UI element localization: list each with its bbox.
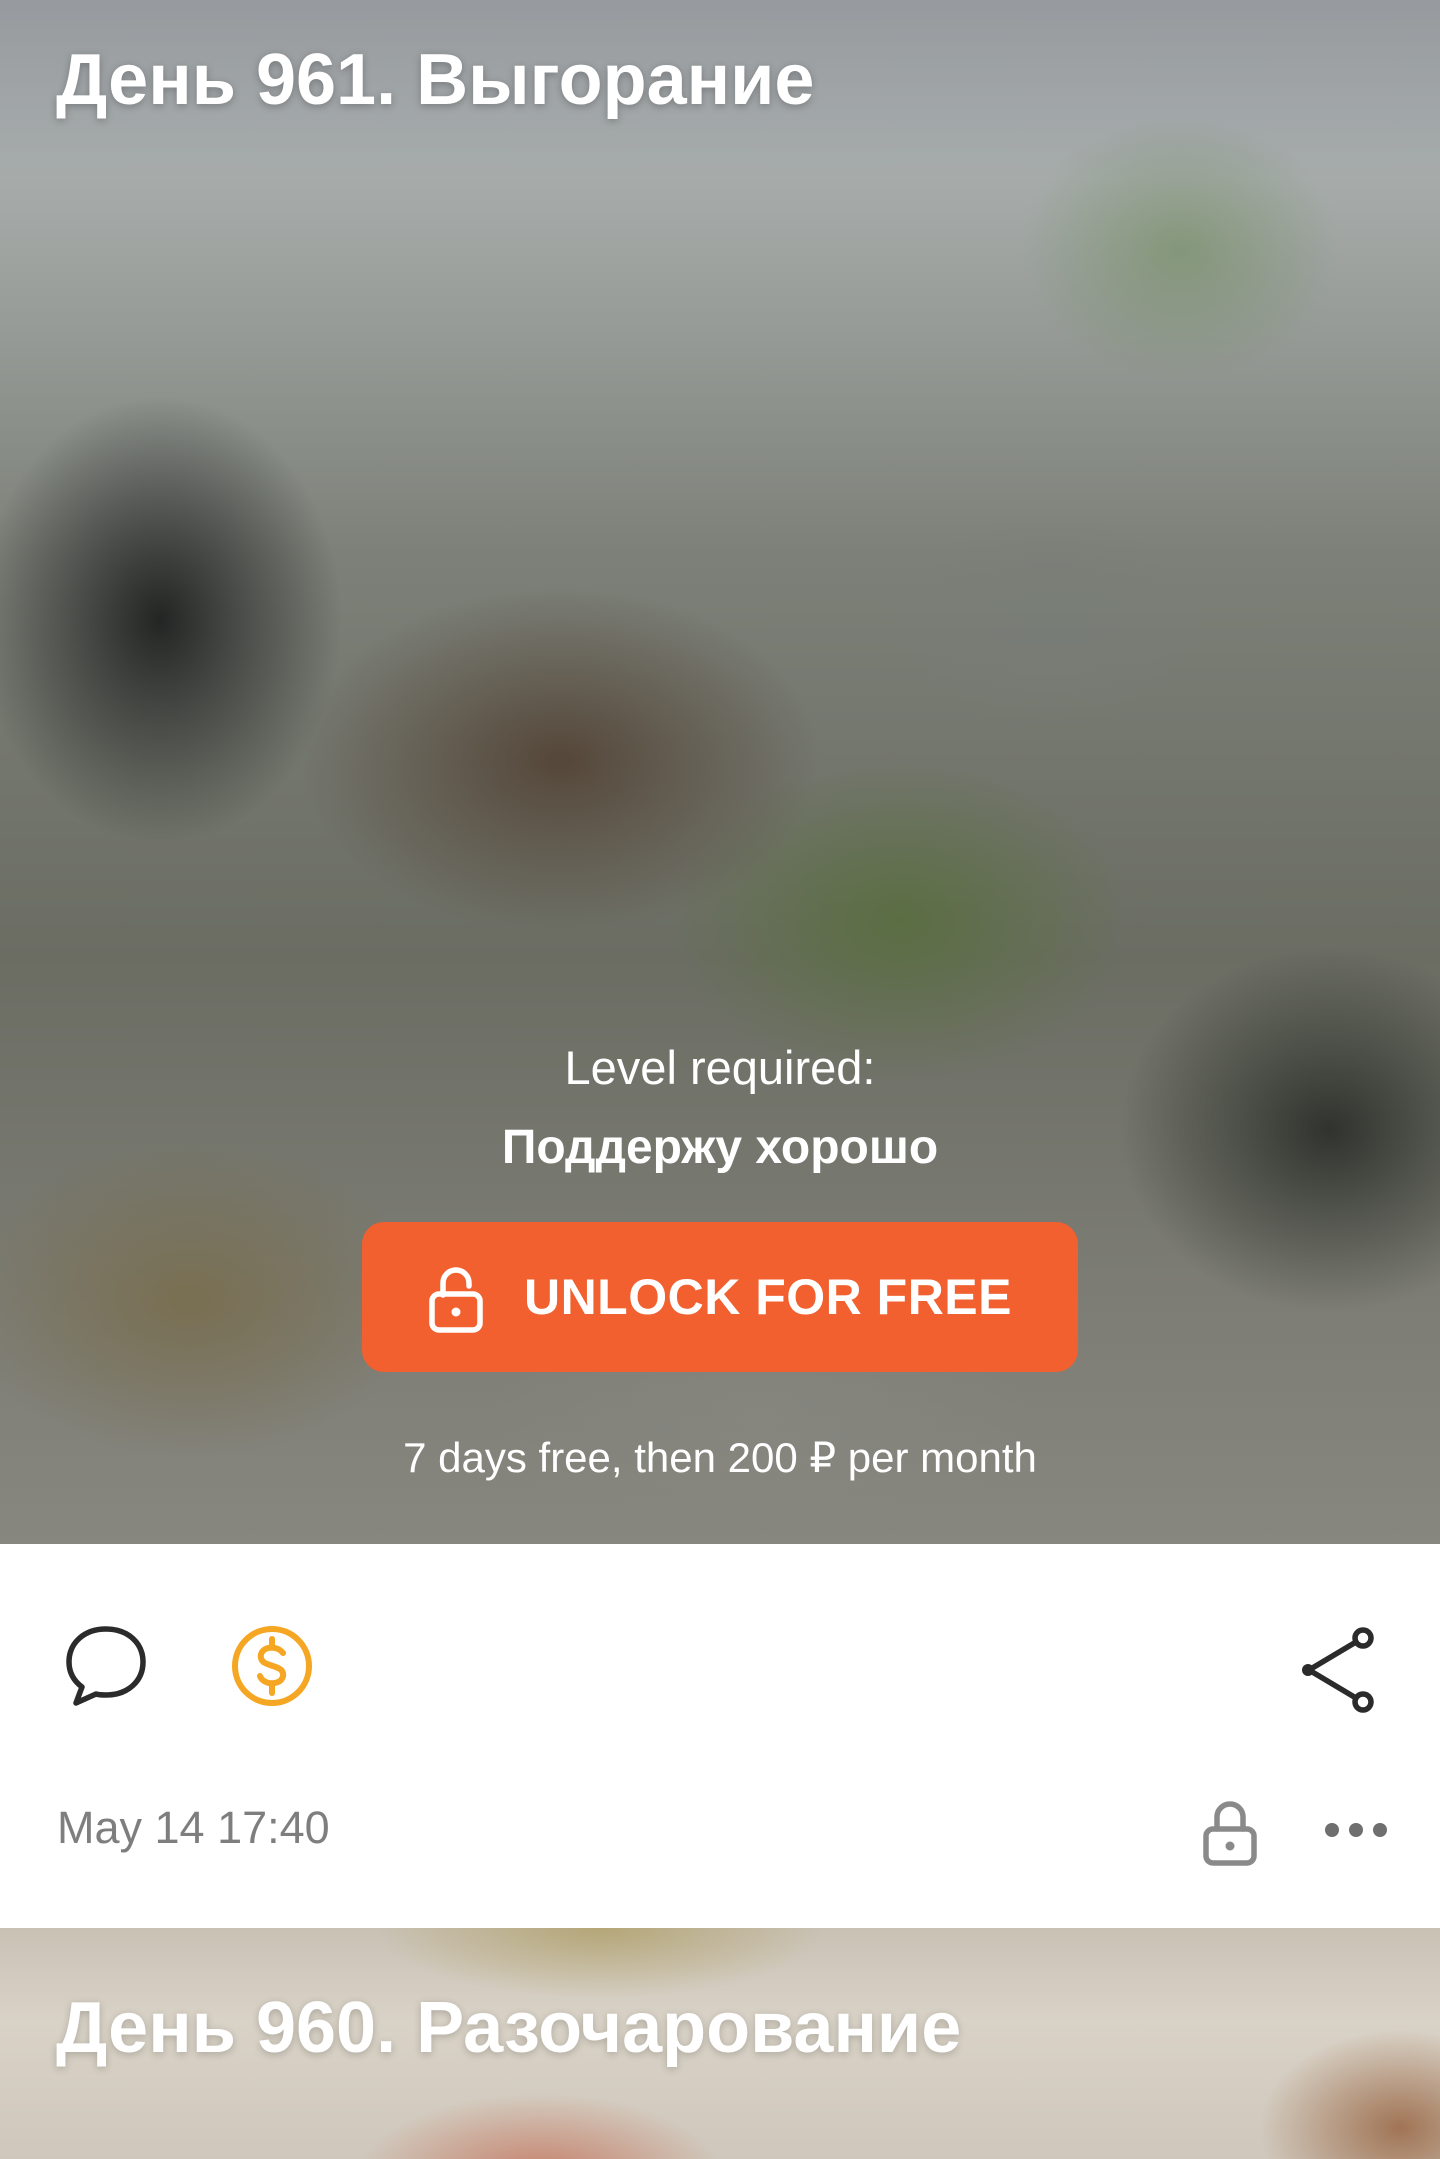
level-required-label: Level required: xyxy=(564,1041,876,1094)
speech-bubble-icon xyxy=(63,1623,149,1709)
dollar-coin-icon xyxy=(229,1623,315,1709)
locked-post-indicator xyxy=(1194,1790,1266,1874)
padlock-icon xyxy=(1201,1797,1259,1867)
share-button[interactable] xyxy=(1290,1622,1386,1718)
next-post-card[interactable]: День 960. Разочарование xyxy=(0,1928,1440,2159)
unlock-for-free-button[interactable]: UNLOCK FOR FREE xyxy=(362,1222,1078,1372)
post-title[interactable]: День 961. Выгорание xyxy=(56,36,814,124)
trial-pricing-text: 7 days free, then 200 ₽ per month xyxy=(403,1434,1037,1481)
post-date: May 14 17:40 xyxy=(57,1802,330,1853)
unlock-icon xyxy=(428,1261,484,1333)
tip-button[interactable] xyxy=(224,1618,320,1714)
locked-content-panel: Level required: Поддержу хорошо xyxy=(0,1030,1440,1190)
required-level-name: Поддержу хорошо xyxy=(501,1121,939,1174)
more-horizontal-icon xyxy=(1324,1820,1388,1840)
next-post-title[interactable]: День 960. Разочарование xyxy=(56,1984,961,2072)
more-options-button[interactable] xyxy=(1310,1800,1402,1860)
comment-button[interactable] xyxy=(58,1618,154,1714)
share-icon xyxy=(1295,1625,1381,1715)
unlock-button-label: UNLOCK FOR FREE xyxy=(523,1269,1013,1325)
